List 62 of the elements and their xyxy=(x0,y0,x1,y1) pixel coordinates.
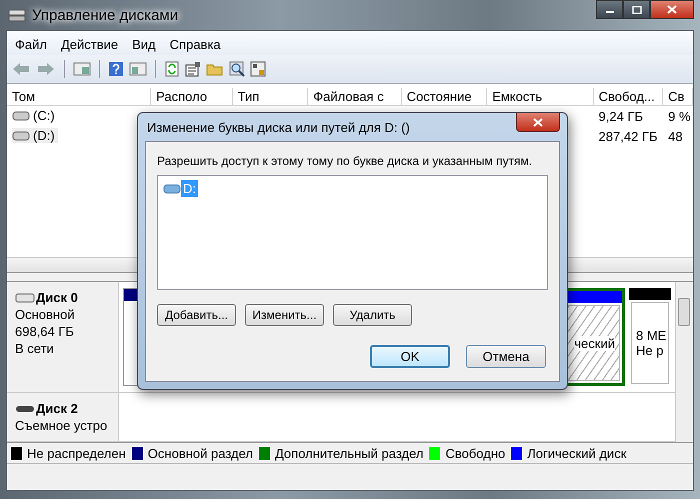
partition-label: Не р xyxy=(636,343,664,358)
table-cell-text: 9,24 ГБ xyxy=(598,108,644,124)
legend-label: Свободно xyxy=(445,446,506,460)
removable-drive-icon xyxy=(15,404,35,414)
disk-name: Диск 2 xyxy=(15,401,114,416)
disk-size: 698,64 ГБ xyxy=(15,324,75,339)
column-header[interactable]: Состояние xyxy=(402,88,488,106)
column-header[interactable]: Емкость xyxy=(487,88,594,106)
column-header[interactable]: Том xyxy=(7,88,152,106)
volume-name[interactable]: (C:) xyxy=(12,108,58,124)
disk-name: Диск 0 xyxy=(15,290,114,305)
panel-icon[interactable] xyxy=(73,61,91,77)
disk-status: В сети xyxy=(15,341,55,356)
menu-item[interactable]: Действие xyxy=(60,36,118,52)
table-cell-text: 48 xyxy=(667,128,684,144)
refresh-icon[interactable] xyxy=(164,61,180,77)
close-icon xyxy=(667,5,677,14)
partition-bar xyxy=(629,288,671,300)
settings-icon[interactable] xyxy=(250,61,266,77)
dialog-button[interactable]: Отмена xyxy=(466,345,546,368)
hard-drive-icon xyxy=(15,292,35,302)
drive-icon xyxy=(163,184,181,194)
column-header[interactable]: Свобод... xyxy=(594,88,664,106)
dialog-button[interactable]: Удалить xyxy=(333,304,412,326)
maximize-button[interactable] xyxy=(623,0,650,19)
partition-label: 8 МЕ xyxy=(636,328,664,343)
close-button[interactable] xyxy=(516,113,560,132)
vertical-scrollbar[interactable] xyxy=(675,282,693,442)
legend-label: Основной раздел xyxy=(148,446,253,460)
column-header[interactable]: Располо xyxy=(151,88,233,106)
minimize-button[interactable] xyxy=(596,0,623,19)
dialog-button[interactable]: Добавить... xyxy=(157,304,236,326)
volume-name[interactable]: (D:) xyxy=(12,128,58,144)
menu-item[interactable]: Файл xyxy=(15,36,47,52)
column-header[interactable]: Тип xyxy=(232,88,308,106)
legend-label: Логический диск xyxy=(527,446,626,460)
dialog-button[interactable]: OK xyxy=(370,345,450,368)
dialog-prompt: Разрешить доступ к этому тому по букве диска и указанным путям. xyxy=(157,154,534,168)
properties-icon[interactable] xyxy=(185,61,201,77)
panel-icon[interactable] xyxy=(129,61,147,77)
disk-management-icon xyxy=(8,7,26,23)
partition-label: ческий xyxy=(574,336,615,350)
drive-icon xyxy=(12,130,30,141)
column-header[interactable]: Св xyxy=(663,88,693,106)
menu-item[interactable]: Справка xyxy=(170,36,221,52)
drive-icon xyxy=(12,110,30,121)
search-icon[interactable] xyxy=(229,61,245,77)
close-button[interactable] xyxy=(650,0,694,19)
column-header[interactable]: Файловая с xyxy=(308,88,402,106)
legend-label: Не распределен xyxy=(27,446,126,460)
help-icon[interactable] xyxy=(108,61,124,77)
disk-type: Съемное устро xyxy=(15,418,108,433)
table-cell-text: 287,42 ГБ xyxy=(598,128,658,144)
maximize-icon xyxy=(632,6,642,14)
dialog-button[interactable]: Изменить... xyxy=(245,304,324,326)
table-cell-text: 9 % xyxy=(667,108,692,124)
disk-type: Основной xyxy=(15,307,76,322)
legend-label: Дополнительный раздел xyxy=(274,446,424,460)
close-icon xyxy=(533,118,543,126)
dialog-title: Изменение буквы диска или путей для D: () xyxy=(147,120,410,134)
menu-item[interactable]: Вид xyxy=(132,36,156,52)
window-title: Управление дисками xyxy=(32,6,178,24)
